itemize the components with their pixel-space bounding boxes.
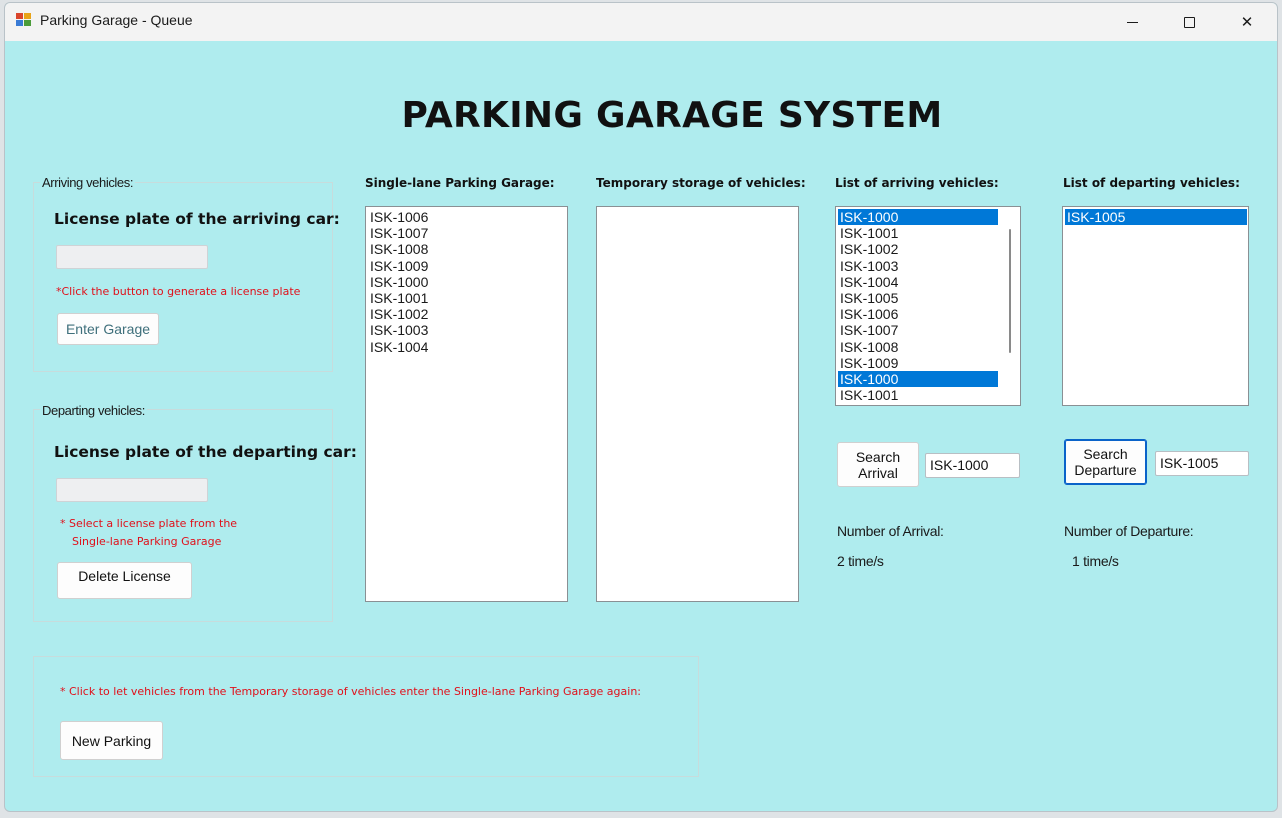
list-item[interactable]: ISK-1008 [368,241,566,257]
list-item[interactable]: ISK-1003 [368,322,566,338]
garage-listbox[interactable]: ISK-1006 ISK-1007 ISK-1008 ISK-1009 ISK-1000… [365,206,568,602]
maximize-icon [1183,16,1195,28]
close-icon: ✕ [1240,13,1254,31]
departures-heading: List of departing vehicles: [1063,176,1240,190]
list-item[interactable]: ISK-1000 [838,370,998,388]
garage-heading: Single-lane Parking Garage: [365,176,555,190]
list-item[interactable]: ISK-1007 [838,322,998,338]
search-departure-button[interactable]: Search Departure [1064,439,1147,485]
arrival-count-value: 2 time/s [837,553,884,569]
arriving-hint: *Click the button to generate a license … [56,285,301,298]
app-window: Parking Garage - Queue ✕ PARKING GARAGE … [4,2,1278,812]
list-item[interactable]: ISK-1004 [368,339,566,355]
arrivals-listbox[interactable]: ISK-1000 ISK-1001 ISK-1002 ISK-1003 ISK-1004… [835,206,1021,406]
page-title: PARKING GARAGE SYSTEM [401,95,943,136]
list-item[interactable]: ISK-1006 [838,306,998,322]
list-item[interactable]: ISK-1009 [368,258,566,274]
arrival-count-label: Number of Arrival: [837,523,944,539]
departure-count-value: 1 time/s [1072,553,1119,569]
arriving-plate-field[interactable] [56,245,208,269]
garage-list: ISK-1006 ISK-1007 ISK-1008 ISK-1009 ISK-1000… [366,207,567,355]
departure-count-label: Number of Departure: [1064,523,1194,539]
temp-storage-heading: Temporary storage of vehicles: [596,176,806,190]
minimize-icon [1126,22,1138,23]
arriving-group-label: Arriving vehicles: [40,175,136,190]
list-item[interactable]: ISK-1002 [838,241,998,257]
list-item[interactable]: ISK-1008 [838,339,998,355]
enter-garage-button[interactable]: Enter Garage [57,313,159,345]
departing-hint-line2: Single-lane Parking Garage [72,535,222,548]
search-arrival-label-1: Search [855,448,901,465]
list-item[interactable]: ISK-1004 [838,274,998,290]
list-item[interactable]: ISK-1003 [838,258,998,274]
arrivals-scrollbar[interactable] [1009,229,1011,353]
list-item[interactable]: ISK-1001 [838,225,998,241]
search-departure-label-1: Search [1083,446,1128,462]
departing-group-label: Departing vehicles: [40,403,147,418]
minimize-button[interactable] [1103,3,1161,41]
list-item[interactable]: ISK-1005 [838,290,998,306]
departing-plate-field[interactable] [56,478,208,502]
departures-list: ISK-1005 [1063,207,1248,226]
title-bar: Parking Garage - Queue ✕ [5,3,1277,41]
maximize-button[interactable] [1160,3,1218,41]
list-item[interactable]: ISK-1006 [368,209,566,225]
list-item[interactable]: ISK-1009 [838,355,998,371]
arrivals-list: ISK-1000 ISK-1001 ISK-1002 ISK-1003 ISK-1004… [836,207,999,403]
list-item[interactable]: ISK-1007 [368,225,566,241]
departure-search-field[interactable]: ISK-1005 [1155,451,1249,476]
app-icon [16,13,33,28]
list-item[interactable]: ISK-1001 [368,290,566,306]
temp-storage-list [597,207,798,209]
arriving-plate-heading: License plate of the arriving car: [54,210,340,228]
list-item[interactable]: ISK-1000 [838,209,998,226]
delete-license-button[interactable]: Delete License [57,562,192,599]
departing-hint-line1: * Select a license plate from the [60,517,238,530]
arrival-search-field[interactable]: ISK-1000 [925,453,1020,478]
temp-storage-listbox[interactable] [596,206,799,602]
form-body: PARKING GARAGE SYSTEM Arriving vehicles:… [5,41,1277,811]
close-button[interactable]: ✕ [1218,3,1276,41]
departures-listbox[interactable]: ISK-1005 [1062,206,1249,406]
new-parking-button[interactable]: New Parking [60,721,163,760]
new-parking-hint: * Click to let vehicles from the Tempora… [60,685,642,698]
window-title: Parking Garage - Queue [40,12,193,28]
list-item[interactable]: ISK-1005 [1065,209,1247,226]
departing-plate-heading: License plate of the departing car: [54,443,357,461]
list-item[interactable]: ISK-1001 [838,387,998,403]
search-arrival-label-2: Arrival [858,464,898,481]
search-departure-label-2: Departure [1074,462,1137,478]
list-item[interactable]: ISK-1000 [368,274,566,290]
search-arrival-button[interactable]: Search Arrival [837,442,919,487]
list-item[interactable]: ISK-1002 [368,306,566,322]
arrivals-heading: List of arriving vehicles: [835,176,999,190]
